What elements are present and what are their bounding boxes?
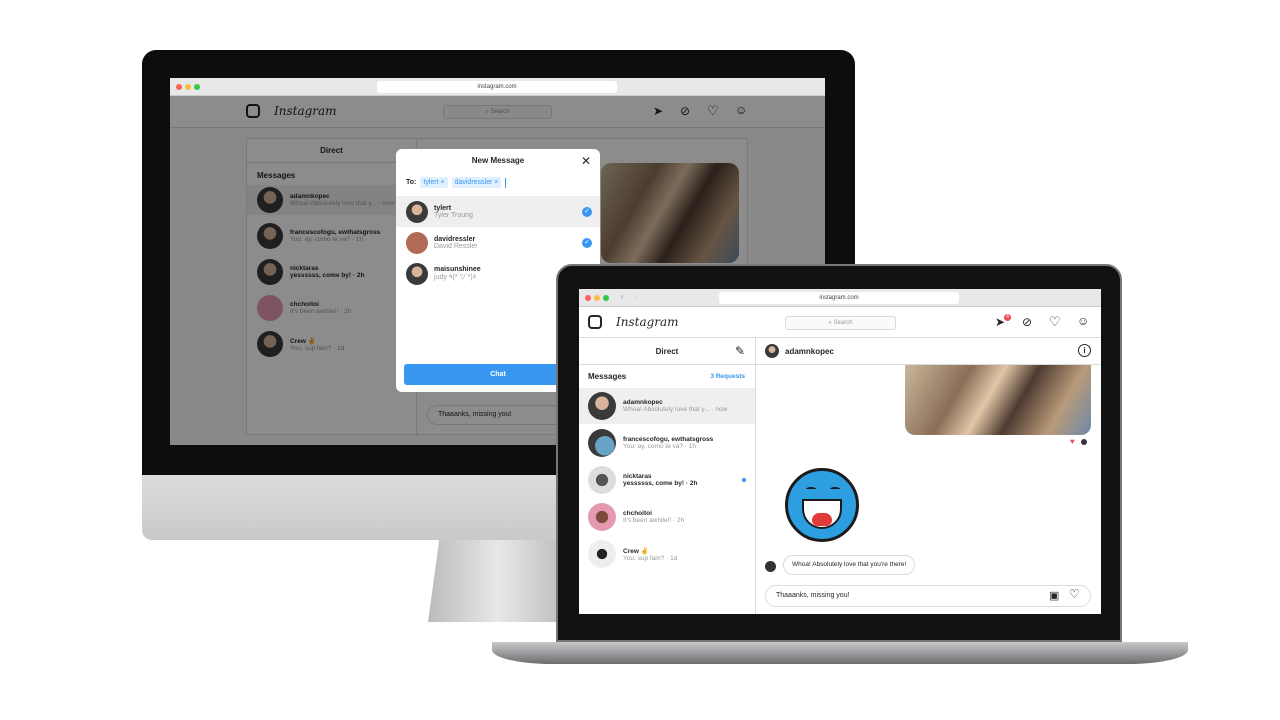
- back-button[interactable]: ‹: [621, 292, 624, 301]
- thread-item[interactable]: francescofogu, ewthatsgross You: ay, como…: [579, 425, 755, 461]
- instagram-wordmark[interactable]: Instagram: [616, 315, 679, 329]
- search-input[interactable]: ⌕ Search: [785, 316, 896, 330]
- monitor-stand: [428, 540, 568, 622]
- chat-panel: adamnkopec i ♥ Whoa! Absolutely love tha…: [756, 338, 1101, 614]
- thread-item[interactable]: chchoitoi It's been awhile!! · 2h: [579, 499, 755, 535]
- recipient-chip[interactable]: davidressler ×: [451, 177, 502, 188]
- checkmark-icon[interactable]: ✓: [582, 237, 592, 248]
- instagram-logo-icon[interactable]: [588, 315, 602, 329]
- info-icon[interactable]: i: [1078, 344, 1091, 357]
- heart-icon[interactable]: ♡: [1069, 587, 1080, 601]
- instagram-header: Instagram ⌕ Search ➤ 4 ⊘ ♡ ☺: [579, 307, 1101, 338]
- modal-title: New Message: [471, 156, 525, 165]
- checkmark-icon[interactable]: ✓: [582, 206, 592, 217]
- close-icon[interactable]: ✕: [581, 154, 591, 168]
- shared-photo[interactable]: [905, 365, 1091, 435]
- suggestion-item[interactable]: tylert Tyler Troung ✓: [396, 196, 600, 227]
- laptop-base: [492, 642, 1188, 664]
- notification-badge: 4: [1004, 314, 1011, 321]
- browser-toolbar: ‹ › instagram.com: [579, 289, 1101, 307]
- direct-title: Direct: [579, 338, 755, 365]
- to-label: To:: [406, 179, 417, 186]
- profile-icon[interactable]: ☺: [1077, 314, 1089, 328]
- like-heart-icon: ♥: [1070, 437, 1075, 446]
- image-upload-icon[interactable]: ▣: [1049, 589, 1059, 602]
- thread-item[interactable]: adamnkopec Whoa! Absolutely love that y..…: [579, 388, 755, 424]
- address-bar[interactable]: instagram.com: [377, 81, 617, 93]
- minimize-window-button[interactable]: [185, 84, 191, 90]
- thread-item[interactable]: nicktaras yessssss, come by! · 2h: [579, 462, 755, 498]
- thread-item[interactable]: Crew ✌ You: sup fam? · 1d: [579, 536, 755, 572]
- address-bar[interactable]: instagram.com: [719, 292, 959, 304]
- messages-label: Messages: [588, 372, 627, 381]
- message-input[interactable]: Thaaanks, missing you!: [765, 585, 1091, 607]
- unread-dot: [742, 478, 746, 482]
- received-message: Whoa! Absolutely love that you're there!: [783, 555, 916, 575]
- requests-link[interactable]: 3 Requests: [710, 373, 745, 380]
- sticker-emoji[interactable]: [785, 468, 859, 542]
- suggestion-item[interactable]: davidressler David Ressler ✓: [396, 227, 600, 258]
- liker-avatar: [1081, 439, 1087, 445]
- search-placeholder: Search: [833, 320, 853, 326]
- chat-header: adamnkopec: [756, 338, 1101, 365]
- close-window-button[interactable]: [585, 295, 591, 301]
- forward-button[interactable]: ›: [635, 292, 638, 301]
- heart-icon[interactable]: ♡: [1049, 314, 1061, 330]
- maximize-window-button[interactable]: [194, 84, 200, 90]
- sender-avatar: [765, 561, 776, 572]
- explore-icon[interactable]: ⊘: [1022, 315, 1032, 329]
- close-window-button[interactable]: [176, 84, 182, 90]
- minimize-window-button[interactable]: [594, 295, 600, 301]
- chat-contact-name[interactable]: adamnkopec: [785, 347, 834, 356]
- maximize-window-button[interactable]: [603, 295, 609, 301]
- direct-panel: Direct ✎ Messages 3 Requests adamnkopec W…: [579, 338, 756, 614]
- laptop-screen: ‹ › instagram.com Instagram ⌕ Search ➤ 4…: [579, 289, 1101, 614]
- compose-icon[interactable]: ✎: [735, 344, 745, 358]
- recipient-field[interactable]: To: tylert × davidressler ×: [406, 177, 507, 188]
- recipient-chip[interactable]: tylert ×: [420, 177, 448, 188]
- browser-toolbar: instagram.com: [170, 78, 825, 96]
